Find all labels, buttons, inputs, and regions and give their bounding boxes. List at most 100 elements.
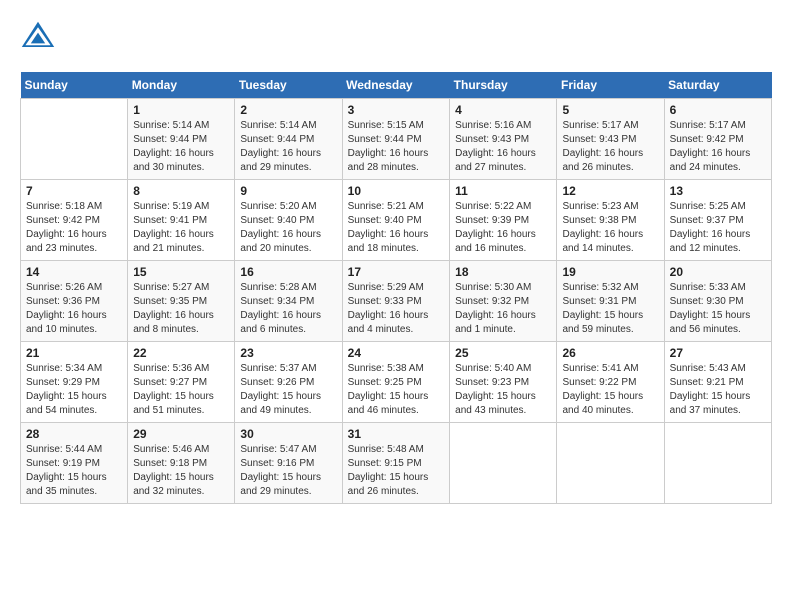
day-number: 2 (240, 103, 336, 117)
day-number: 26 (562, 346, 658, 360)
day-cell: 7 Sunrise: 5:18 AM Sunset: 9:42 PM Daylig… (21, 180, 128, 261)
day-number: 13 (670, 184, 766, 198)
day-cell: 5 Sunrise: 5:17 AM Sunset: 9:43 PM Daylig… (557, 99, 664, 180)
day-number: 4 (455, 103, 551, 117)
day-number: 23 (240, 346, 336, 360)
day-info: Sunrise: 5:36 AM Sunset: 9:27 PM Dayligh… (133, 362, 229, 418)
day-info: Sunrise: 5:27 AM Sunset: 9:35 PM Dayligh… (133, 281, 229, 337)
day-info: Sunrise: 5:20 AM Sunset: 9:40 PM Dayligh… (240, 200, 336, 256)
day-info: Sunrise: 5:16 AM Sunset: 9:43 PM Dayligh… (455, 119, 551, 175)
weekday-header-wednesday: Wednesday (342, 72, 450, 99)
day-info: Sunrise: 5:38 AM Sunset: 9:25 PM Dayligh… (348, 362, 445, 418)
day-cell (557, 423, 664, 504)
week-row-5: 28 Sunrise: 5:44 AM Sunset: 9:19 PM Dayli… (21, 423, 772, 504)
weekday-header-thursday: Thursday (450, 72, 557, 99)
day-info: Sunrise: 5:32 AM Sunset: 9:31 PM Dayligh… (562, 281, 658, 337)
day-number: 7 (26, 184, 122, 198)
day-cell: 1 Sunrise: 5:14 AM Sunset: 9:44 PM Daylig… (128, 99, 235, 180)
day-number: 18 (455, 265, 551, 279)
day-cell: 23 Sunrise: 5:37 AM Sunset: 9:26 PM Dayli… (235, 342, 342, 423)
day-cell: 25 Sunrise: 5:40 AM Sunset: 9:23 PM Dayli… (450, 342, 557, 423)
day-number: 25 (455, 346, 551, 360)
calendar-body: 1 Sunrise: 5:14 AM Sunset: 9:44 PM Daylig… (21, 99, 772, 504)
calendar-table: SundayMondayTuesdayWednesdayThursdayFrid… (20, 72, 772, 504)
day-cell: 15 Sunrise: 5:27 AM Sunset: 9:35 PM Dayli… (128, 261, 235, 342)
day-cell: 17 Sunrise: 5:29 AM Sunset: 9:33 PM Dayli… (342, 261, 450, 342)
day-cell (21, 99, 128, 180)
day-number: 15 (133, 265, 229, 279)
day-cell: 22 Sunrise: 5:36 AM Sunset: 9:27 PM Dayli… (128, 342, 235, 423)
day-number: 24 (348, 346, 445, 360)
day-cell: 24 Sunrise: 5:38 AM Sunset: 9:25 PM Dayli… (342, 342, 450, 423)
day-number: 9 (240, 184, 336, 198)
day-number: 22 (133, 346, 229, 360)
day-cell: 11 Sunrise: 5:22 AM Sunset: 9:39 PM Dayli… (450, 180, 557, 261)
day-cell: 13Sunrise: 5:25 AM Sunset: 9:37 PM Dayli… (664, 180, 771, 261)
day-cell: 9 Sunrise: 5:20 AM Sunset: 9:40 PM Daylig… (235, 180, 342, 261)
week-row-3: 14Sunrise: 5:26 AM Sunset: 9:36 PM Dayli… (21, 261, 772, 342)
day-cell: 30Sunrise: 5:47 AM Sunset: 9:16 PM Dayli… (235, 423, 342, 504)
weekday-header-sunday: Sunday (21, 72, 128, 99)
day-info: Sunrise: 5:46 AM Sunset: 9:18 PM Dayligh… (133, 443, 229, 499)
day-number: 19 (562, 265, 658, 279)
day-info: Sunrise: 5:22 AM Sunset: 9:39 PM Dayligh… (455, 200, 551, 256)
day-cell: 19 Sunrise: 5:32 AM Sunset: 9:31 PM Dayli… (557, 261, 664, 342)
day-info: Sunrise: 5:30 AM Sunset: 9:32 PM Dayligh… (455, 281, 551, 337)
calendar-header: SundayMondayTuesdayWednesdayThursdayFrid… (21, 72, 772, 99)
logo-icon (20, 20, 56, 56)
day-cell: 8Sunrise: 5:19 AM Sunset: 9:41 PM Daylig… (128, 180, 235, 261)
day-info: Sunrise: 5:41 AM Sunset: 9:22 PM Dayligh… (562, 362, 658, 418)
day-number: 17 (348, 265, 445, 279)
day-info: Sunrise: 5:17 AM Sunset: 9:43 PM Dayligh… (562, 119, 658, 175)
weekday-row: SundayMondayTuesdayWednesdayThursdayFrid… (21, 72, 772, 99)
week-row-4: 21Sunrise: 5:34 AM Sunset: 9:29 PM Dayli… (21, 342, 772, 423)
day-number: 3 (348, 103, 445, 117)
day-info: Sunrise: 5:14 AM Sunset: 9:44 PM Dayligh… (240, 119, 336, 175)
day-info: Sunrise: 5:48 AM Sunset: 9:15 PM Dayligh… (348, 443, 445, 499)
day-cell: 29 Sunrise: 5:46 AM Sunset: 9:18 PM Dayli… (128, 423, 235, 504)
week-row-1: 1 Sunrise: 5:14 AM Sunset: 9:44 PM Daylig… (21, 99, 772, 180)
day-info: Sunrise: 5:23 AM Sunset: 9:38 PM Dayligh… (562, 200, 658, 256)
day-number: 5 (562, 103, 658, 117)
day-cell: 4 Sunrise: 5:16 AM Sunset: 9:43 PM Daylig… (450, 99, 557, 180)
day-cell: 2 Sunrise: 5:14 AM Sunset: 9:44 PM Daylig… (235, 99, 342, 180)
weekday-header-friday: Friday (557, 72, 664, 99)
logo (20, 20, 60, 56)
day-info: Sunrise: 5:17 AM Sunset: 9:42 PM Dayligh… (670, 119, 766, 175)
day-cell (664, 423, 771, 504)
day-info: Sunrise: 5:33 AM Sunset: 9:30 PM Dayligh… (670, 281, 766, 337)
day-cell: 3 Sunrise: 5:15 AM Sunset: 9:44 PM Daylig… (342, 99, 450, 180)
day-info: Sunrise: 5:40 AM Sunset: 9:23 PM Dayligh… (455, 362, 551, 418)
week-row-2: 7 Sunrise: 5:18 AM Sunset: 9:42 PM Daylig… (21, 180, 772, 261)
day-cell: 27Sunrise: 5:43 AM Sunset: 9:21 PM Dayli… (664, 342, 771, 423)
day-number: 1 (133, 103, 229, 117)
weekday-header-tuesday: Tuesday (235, 72, 342, 99)
day-cell: 14Sunrise: 5:26 AM Sunset: 9:36 PM Dayli… (21, 261, 128, 342)
weekday-header-saturday: Saturday (664, 72, 771, 99)
day-number: 31 (348, 427, 445, 441)
day-number: 20 (670, 265, 766, 279)
day-cell: 28 Sunrise: 5:44 AM Sunset: 9:19 PM Dayli… (21, 423, 128, 504)
day-cell: 21Sunrise: 5:34 AM Sunset: 9:29 PM Dayli… (21, 342, 128, 423)
day-number: 27 (670, 346, 766, 360)
day-cell: 12Sunrise: 5:23 AM Sunset: 9:38 PM Dayli… (557, 180, 664, 261)
day-cell: 20 Sunrise: 5:33 AM Sunset: 9:30 PM Dayli… (664, 261, 771, 342)
day-info: Sunrise: 5:14 AM Sunset: 9:44 PM Dayligh… (133, 119, 229, 175)
day-number: 28 (26, 427, 122, 441)
day-cell: 31 Sunrise: 5:48 AM Sunset: 9:15 PM Dayli… (342, 423, 450, 504)
day-info: Sunrise: 5:15 AM Sunset: 9:44 PM Dayligh… (348, 119, 445, 175)
day-info: Sunrise: 5:37 AM Sunset: 9:26 PM Dayligh… (240, 362, 336, 418)
day-number: 30 (240, 427, 336, 441)
day-number: 29 (133, 427, 229, 441)
day-number: 11 (455, 184, 551, 198)
day-number: 16 (240, 265, 336, 279)
page-header (20, 20, 772, 56)
day-info: Sunrise: 5:18 AM Sunset: 9:42 PM Dayligh… (26, 200, 122, 256)
day-number: 10 (348, 184, 445, 198)
weekday-header-monday: Monday (128, 72, 235, 99)
day-cell: 10Sunrise: 5:21 AM Sunset: 9:40 PM Dayli… (342, 180, 450, 261)
day-number: 21 (26, 346, 122, 360)
day-info: Sunrise: 5:44 AM Sunset: 9:19 PM Dayligh… (26, 443, 122, 499)
day-info: Sunrise: 5:29 AM Sunset: 9:33 PM Dayligh… (348, 281, 445, 337)
day-info: Sunrise: 5:28 AM Sunset: 9:34 PM Dayligh… (240, 281, 336, 337)
